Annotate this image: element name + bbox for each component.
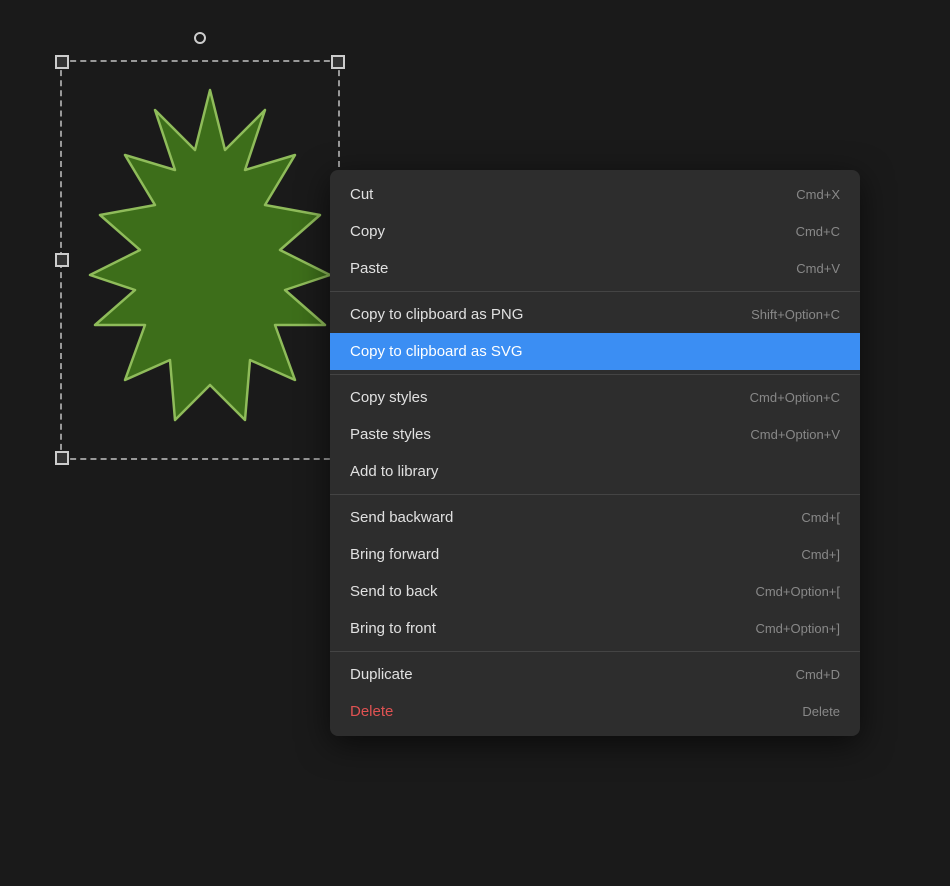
divider-4	[330, 651, 860, 652]
handle-top-right[interactable]	[331, 55, 345, 69]
star-shape	[80, 80, 330, 450]
menu-item-paste-shortcut: Cmd+V	[796, 261, 840, 276]
rotation-handle[interactable]	[194, 32, 206, 44]
menu-item-duplicate-shortcut: Cmd+D	[796, 667, 840, 682]
menu-item-send-backward-shortcut: Cmd+[	[801, 510, 840, 525]
menu-item-add-library-label: Add to library	[350, 463, 438, 480]
menu-item-send-backward[interactable]: Send backward Cmd+[	[330, 499, 860, 536]
menu-item-paste-styles[interactable]: Paste styles Cmd+Option+V	[330, 416, 860, 453]
menu-item-duplicate-label: Duplicate	[350, 666, 413, 683]
menu-item-copy-styles-label: Copy styles	[350, 389, 428, 406]
handle-middle-left[interactable]	[55, 253, 69, 267]
menu-item-delete[interactable]: Delete Delete	[330, 693, 860, 730]
menu-item-cut-label: Cut	[350, 186, 373, 203]
menu-item-copy[interactable]: Copy Cmd+C	[330, 213, 860, 250]
menu-item-paste-styles-label: Paste styles	[350, 426, 431, 443]
menu-item-send-backward-label: Send backward	[350, 509, 453, 526]
menu-item-send-back-shortcut: Cmd+Option+[	[755, 584, 840, 599]
divider-2	[330, 374, 860, 375]
menu-item-bring-front-shortcut: Cmd+Option+]	[755, 621, 840, 636]
menu-item-copy-png-shortcut: Shift+Option+C	[751, 307, 840, 322]
menu-item-copy-png-label: Copy to clipboard as PNG	[350, 306, 523, 323]
menu-item-cut-shortcut: Cmd+X	[796, 187, 840, 202]
menu-item-copy-svg-label: Copy to clipboard as SVG	[350, 343, 523, 360]
handle-bottom-left[interactable]	[55, 451, 69, 465]
menu-item-delete-label: Delete	[350, 703, 393, 720]
menu-item-copy-styles-shortcut: Cmd+Option+C	[750, 390, 840, 405]
menu-item-bring-forward-shortcut: Cmd+]	[801, 547, 840, 562]
menu-item-delete-shortcut: Delete	[802, 704, 840, 719]
divider-1	[330, 291, 860, 292]
divider-3	[330, 494, 860, 495]
menu-item-send-back-label: Send to back	[350, 583, 438, 600]
menu-item-paste[interactable]: Paste Cmd+V	[330, 250, 860, 287]
menu-item-copy-styles[interactable]: Copy styles Cmd+Option+C	[330, 379, 860, 416]
menu-item-copy-svg[interactable]: Copy to clipboard as SVG	[330, 333, 860, 370]
context-menu: Cut Cmd+X Copy Cmd+C Paste Cmd+V Copy to…	[330, 170, 860, 736]
menu-item-add-library[interactable]: Add to library	[330, 453, 860, 490]
handle-top-left[interactable]	[55, 55, 69, 69]
menu-item-copy-shortcut: Cmd+C	[796, 224, 840, 239]
canvas: Cut Cmd+X Copy Cmd+C Paste Cmd+V Copy to…	[0, 0, 950, 886]
menu-item-cut[interactable]: Cut Cmd+X	[330, 176, 860, 213]
menu-item-paste-label: Paste	[350, 260, 388, 277]
menu-item-bring-forward[interactable]: Bring forward Cmd+]	[330, 536, 860, 573]
menu-item-duplicate[interactable]: Duplicate Cmd+D	[330, 656, 860, 693]
menu-item-send-back[interactable]: Send to back Cmd+Option+[	[330, 573, 860, 610]
menu-item-bring-forward-label: Bring forward	[350, 546, 439, 563]
menu-item-paste-styles-shortcut: Cmd+Option+V	[750, 427, 840, 442]
menu-item-bring-front-label: Bring to front	[350, 620, 436, 637]
menu-item-copy-png[interactable]: Copy to clipboard as PNG Shift+Option+C	[330, 296, 860, 333]
menu-item-copy-label: Copy	[350, 223, 385, 240]
menu-item-bring-front[interactable]: Bring to front Cmd+Option+]	[330, 610, 860, 647]
